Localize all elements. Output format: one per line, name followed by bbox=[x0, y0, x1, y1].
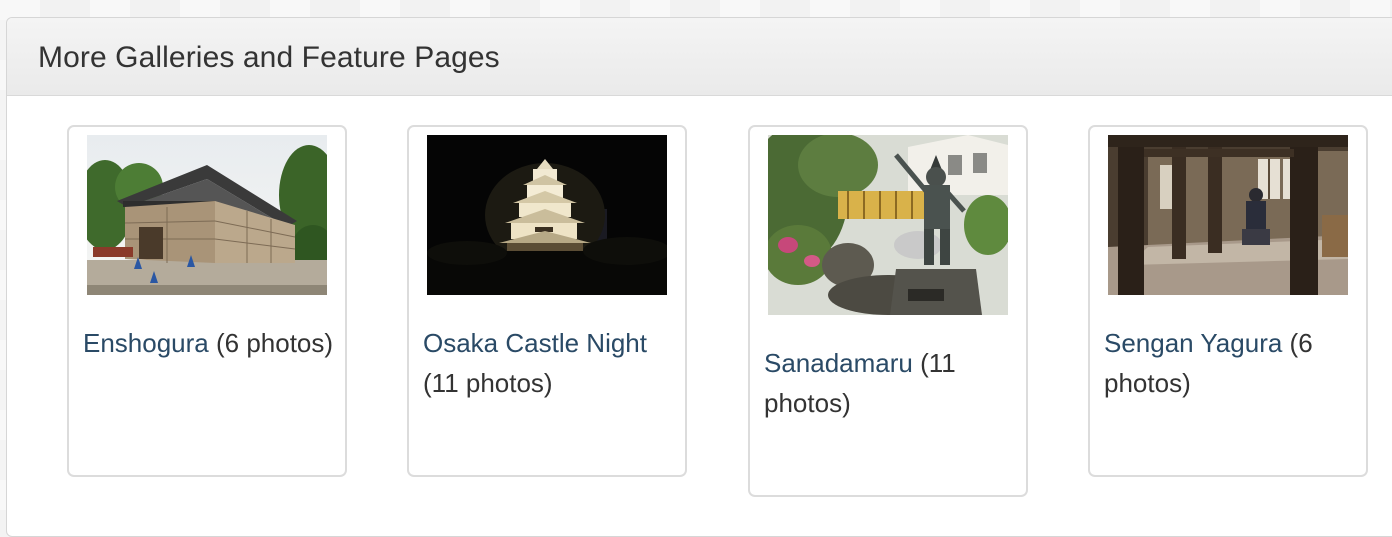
gallery-card: Osaka Castle Night (11 photos) bbox=[407, 125, 687, 477]
gallery-link[interactable]: Osaka Castle Night bbox=[423, 328, 647, 358]
gallery-thumbnail bbox=[87, 135, 327, 295]
gallery-photo-count: (11 photos) bbox=[423, 368, 553, 398]
gallery-thumbnail bbox=[768, 135, 1008, 315]
gallery-link[interactable]: Sanadamaru bbox=[764, 348, 913, 378]
gallery-caption: Enshogura (6 photos) bbox=[83, 323, 335, 363]
gallery-card: Sengan Yagura (6 photos) bbox=[1088, 125, 1368, 477]
gallery-caption: Osaka Castle Night (11 photos) bbox=[423, 323, 675, 403]
galleries-panel: More Galleries and Feature Pages Enshogu… bbox=[6, 17, 1392, 537]
gallery-thumbnail bbox=[1108, 135, 1348, 295]
gallery-card: Enshogura (6 photos) bbox=[67, 125, 347, 477]
gallery-thumbnail bbox=[427, 135, 667, 295]
gallery-link[interactable]: Sengan Yagura bbox=[1104, 328, 1282, 358]
gallery-caption: Sengan Yagura (6 photos) bbox=[1104, 323, 1356, 403]
gallery-thumbnail-link[interactable] bbox=[427, 135, 667, 295]
gallery-caption: Sanadamaru (11 photos) bbox=[764, 343, 1016, 423]
gallery-thumbnail-link[interactable] bbox=[1108, 135, 1348, 295]
panel-heading: More Galleries and Feature Pages bbox=[7, 18, 1392, 96]
gallery-thumbnail-link[interactable] bbox=[87, 135, 327, 295]
section-title: More Galleries and Feature Pages bbox=[38, 41, 500, 74]
gallery-photo-count: (6 photos) bbox=[208, 328, 334, 358]
gallery-link[interactable]: Enshogura bbox=[83, 328, 209, 358]
gallery-card: Sanadamaru (11 photos) bbox=[748, 125, 1028, 497]
gallery-thumbnail-link[interactable] bbox=[768, 135, 1008, 315]
